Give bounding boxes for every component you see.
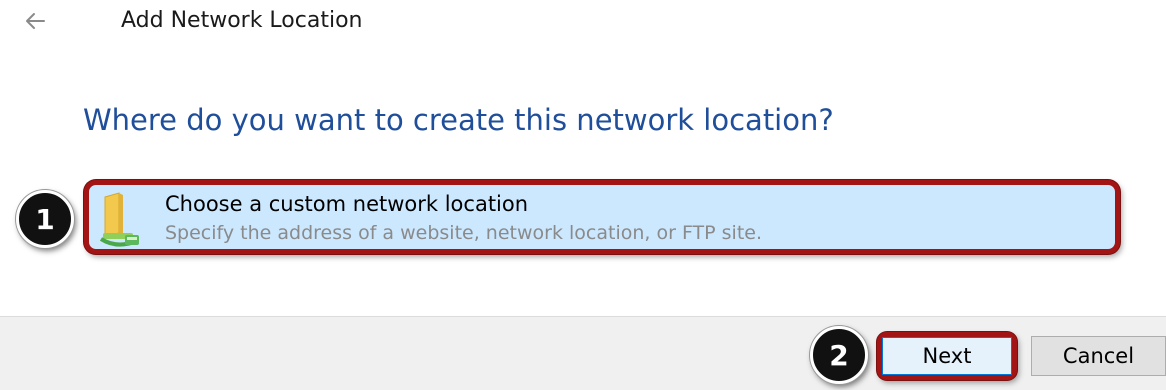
page-question-heading: Where do you want to create this network… — [83, 103, 834, 137]
option-title: Choose a custom network location — [165, 192, 529, 216]
option-description: Specify the address of a website, networ… — [165, 222, 762, 244]
window-title: Add Network Location — [121, 8, 363, 33]
step-2-badge: 2 — [810, 326, 868, 384]
network-folder-icon — [97, 189, 143, 251]
cancel-button[interactable]: Cancel — [1031, 336, 1166, 376]
back-arrow-icon[interactable] — [20, 6, 50, 36]
next-button-label: Next — [882, 337, 1012, 375]
custom-network-location-option[interactable]: Choose a custom network location Specify… — [84, 180, 1120, 254]
step-1-badge: 1 — [16, 190, 74, 248]
next-button[interactable]: Next — [877, 332, 1017, 380]
